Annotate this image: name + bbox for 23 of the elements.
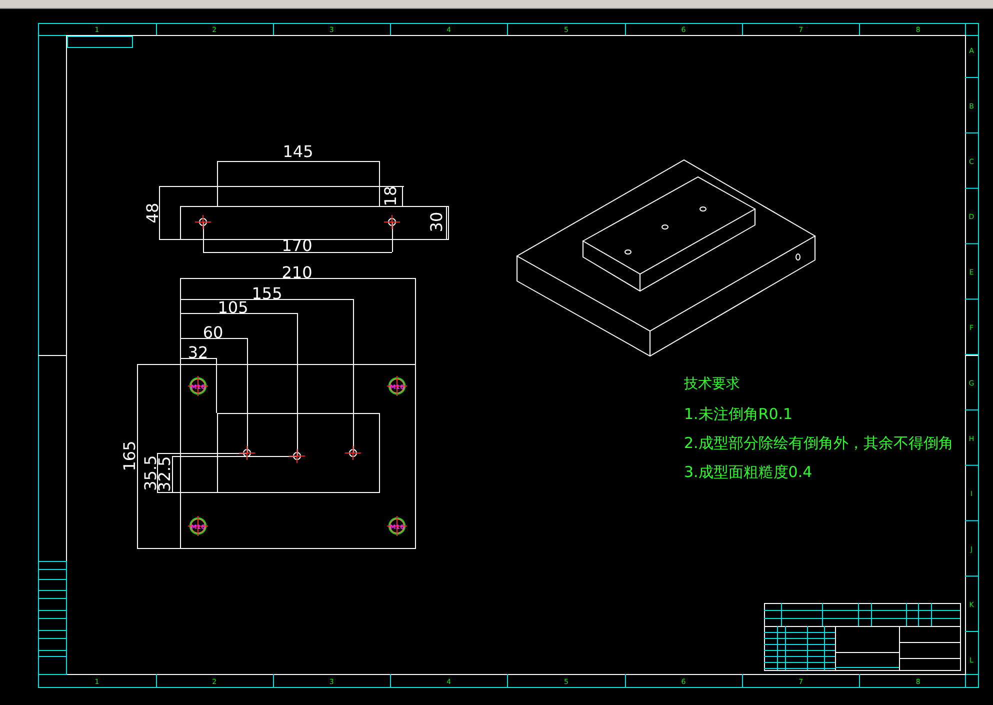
requirements-title: 技术要求 bbox=[684, 376, 740, 392]
hole-icon bbox=[344, 446, 362, 460]
hole-icon bbox=[194, 214, 212, 230]
dimension-text: 105 bbox=[218, 298, 248, 317]
requirement-text: 2.成型部分除绘有倒角外，其余不得倒角 bbox=[684, 434, 954, 452]
dimension-text: 48 bbox=[143, 202, 162, 224]
dimension-text: 60 bbox=[202, 323, 224, 342]
dimension-text: 165 bbox=[120, 440, 139, 472]
dimension-text: 32 bbox=[188, 343, 208, 362]
dimension-text: 145 bbox=[282, 142, 314, 161]
dimension-text: 18 bbox=[381, 186, 400, 206]
dimension-text: 155 bbox=[252, 284, 282, 303]
dimension-text: 30 bbox=[427, 212, 446, 232]
hole-icon bbox=[238, 446, 256, 460]
hole-icon bbox=[288, 448, 306, 464]
requirement-text: 1.未注倒角R0.1 bbox=[684, 405, 793, 423]
hole-icon bbox=[384, 214, 400, 230]
dimension-line bbox=[446, 206, 448, 240]
requirement-text: 3.成型面粗糙度0.4 bbox=[684, 463, 812, 481]
label-box bbox=[67, 36, 133, 48]
dimension-text: 32.5 bbox=[155, 456, 174, 492]
dimension-text: 210 bbox=[282, 263, 312, 282]
dimension-line bbox=[402, 186, 404, 207]
